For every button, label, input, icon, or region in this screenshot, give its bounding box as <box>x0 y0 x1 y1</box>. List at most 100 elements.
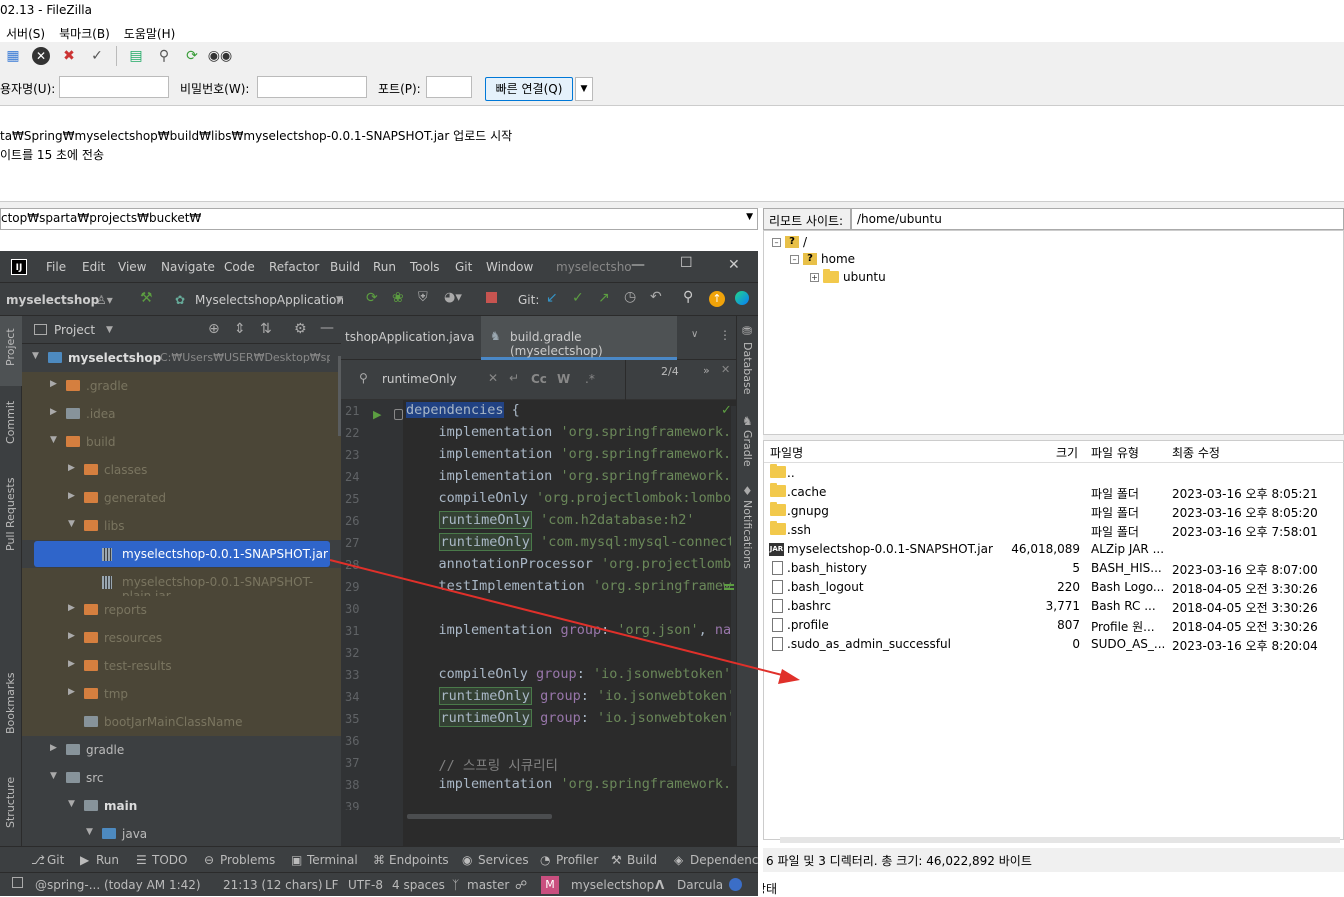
menu-run[interactable]: Run <box>373 260 396 274</box>
cancel-icon[interactable]: ✕ <box>30 45 52 67</box>
tool-window-git[interactable]: Git <box>47 853 64 867</box>
file-row[interactable]: .bash_history 5 BASH_HIS... 2023-03-16 오후 8… <box>764 559 1344 578</box>
expand-icon[interactable]: + <box>810 272 819 282</box>
tool-window-profiler[interactable]: Profiler <box>556 853 598 867</box>
project-tree-item[interactable]: ▼ main <box>22 792 341 820</box>
chevron-right-icon[interactable]: ▶ <box>68 463 75 473</box>
file-row[interactable]: .sudo_as_admin_successful 0 SUDO_AS_... 202… <box>764 635 1344 654</box>
chevron-right-icon[interactable]: ▶ <box>68 687 75 697</box>
code-area[interactable]: 21 dependencies {22 implementation 'org.s… <box>341 400 731 810</box>
close-icon[interactable]: ✕ <box>728 257 740 273</box>
project-tree-item[interactable]: ▼ src <box>22 764 341 792</box>
code-line[interactable]: implementation 'org.springframework.bo <box>406 776 732 792</box>
tool-window-todo[interactable]: TODO <box>152 853 187 867</box>
code-line[interactable]: implementation 'org.springframework.bo <box>406 468 732 484</box>
code-line[interactable]: runtimeOnly 'com.mysql:mysql-connecto <box>406 533 731 551</box>
code-line[interactable]: runtimeOnly 'com.h2database:h2' <box>406 511 695 529</box>
menu-view[interactable]: View <box>118 260 146 274</box>
panel-title[interactable]: Project <box>54 323 95 337</box>
hide-icon[interactable]: — <box>320 320 334 336</box>
menu-git[interactable]: Git <box>455 260 472 274</box>
last-commit[interactable]: @spring-... (today AM 1:42) <box>35 878 201 892</box>
quickconnect-button[interactable]: 빠른 연결(Q) <box>485 77 573 101</box>
updates-icon[interactable]: ↑ <box>709 291 725 307</box>
project-breadcrumb[interactable]: myselectshop <box>6 293 99 307</box>
code-line[interactable]: runtimeOnly group: 'io.jsonwebtoken', <box>406 709 731 727</box>
tool-tab-bookmarks[interactable]: Bookmarks <box>4 673 17 734</box>
file-row[interactable]: .bashrc 3,771 Bash RC ... 2018-04-05 오전 3:3… <box>764 597 1344 616</box>
jetbrains-icon[interactable] <box>735 291 749 305</box>
search-input[interactable]: runtimeOnly <box>382 372 457 386</box>
words-icon[interactable]: W <box>557 372 570 386</box>
close-find-icon[interactable]: ✕ <box>721 363 730 376</box>
chevron-right-icon[interactable]: ▶ <box>50 407 57 417</box>
tool-window-build[interactable]: Build <box>627 853 657 867</box>
regex-icon[interactable]: .* <box>585 372 595 386</box>
collapse-icon[interactable]: – <box>772 237 781 247</box>
file-row[interactable]: JAR myselectshop-0.0.1-SNAPSHOT.jar 46,018… <box>764 540 1344 559</box>
filter-icon[interactable]: ▤ <box>125 45 147 67</box>
menu-navigate[interactable]: Navigate <box>161 260 215 274</box>
column-modified[interactable]: 최종 수정 <box>1172 444 1220 461</box>
clear-search-icon[interactable]: ✕ <box>488 371 498 385</box>
tab-application-java[interactable]: tshopApplication.java <box>345 330 475 344</box>
chevron-down-icon[interactable]: ▼ <box>86 827 93 837</box>
line-separator[interactable]: LF <box>325 878 339 892</box>
disconnect-icon[interactable]: ✖ <box>58 45 80 67</box>
project-tree-item[interactable]: ▶ test-results <box>22 652 341 680</box>
chevron-right-icon[interactable]: ▶ <box>68 659 75 669</box>
chevron-down-icon[interactable]: ▼ <box>106 325 113 335</box>
remote-path-input[interactable]: /home/ubuntu <box>851 208 1344 230</box>
chevron-down-icon[interactable]: ▼ <box>68 799 75 809</box>
code-line[interactable]: dependencies { <box>406 402 520 418</box>
file-row[interactable]: .cache 파일 폴더 2023-03-16 오후 8:05:21 <box>764 483 1344 502</box>
project-tree-item[interactable]: ▼ libs <box>22 512 341 540</box>
more-icon[interactable]: ⋮ <box>719 328 731 342</box>
tool-window-terminal[interactable]: Terminal <box>307 853 358 867</box>
collapse-all-icon[interactable]: ⇅ <box>260 321 272 337</box>
compare-icon[interactable]: ⚲ <box>153 45 175 67</box>
password-input[interactable] <box>257 76 367 98</box>
project-tree-item[interactable]: ▼ build <box>22 428 341 456</box>
chevron-right-icon[interactable]: ▶ <box>50 379 57 389</box>
theme-name[interactable]: Darcula <box>677 878 723 892</box>
match-case-icon[interactable]: Cc <box>531 372 547 386</box>
search-icon[interactable]: ⚲ <box>683 289 693 305</box>
menu-bookmarks[interactable]: 북마크(B) <box>53 22 118 42</box>
rerun-icon[interactable]: ⟳ <box>366 290 378 306</box>
project-tree-item[interactable]: ▶ tmp <box>22 680 341 708</box>
project-tree-item[interactable]: myselectshop-0.0.1-SNAPSHOT.jar <box>22 540 341 568</box>
chevron-right-icon[interactable]: ▶ <box>68 631 75 641</box>
project-tree-item[interactable]: ▶ classes <box>22 456 341 484</box>
gear-icon[interactable]: ⚙ <box>294 321 307 337</box>
column-name[interactable]: 파일명 <box>770 444 803 461</box>
code-line[interactable]: // 스프링 시큐리티 <box>406 754 558 774</box>
tool-tab-commit[interactable]: Commit <box>4 401 17 444</box>
run-gutter-icon[interactable]: ▶ <box>373 408 381 421</box>
more-options-icon[interactable]: » <box>703 364 710 377</box>
code-line[interactable]: compileOnly group: 'io.jsonwebtoken', <box>406 666 732 682</box>
tool-window-dependencies[interactable]: Dependencies <box>690 853 758 867</box>
status-project[interactable]: myselectshop <box>571 878 654 892</box>
code-line[interactable]: runtimeOnly group: 'io.jsonwebtoken', <box>406 687 731 705</box>
menu-window[interactable]: Window <box>486 260 533 274</box>
menu-code[interactable]: Code <box>224 260 255 274</box>
menu-refactor[interactable]: Refactor <box>269 260 319 274</box>
file-row[interactable]: .bash_logout 220 Bash Logo... 2018-04-05 오전… <box>764 578 1344 597</box>
lock-icon[interactable]: ☍ <box>515 878 527 892</box>
fold-icon[interactable] <box>394 409 403 420</box>
caret-position[interactable]: 21:13 (12 chars) <box>223 878 323 892</box>
search-binoculars-icon[interactable]: ◉◉ <box>208 45 232 67</box>
editor-hscrollbar[interactable] <box>407 814 552 819</box>
project-tree-item[interactable]: ▶ reports <box>22 596 341 624</box>
debug-icon[interactable]: ❀ <box>392 290 404 306</box>
project-tree-item[interactable]: ▶ .idea <box>22 400 341 428</box>
username-input[interactable] <box>59 76 169 98</box>
project-tree-item[interactable]: ▶ gradle <box>22 736 341 764</box>
history-icon[interactable]: ◷ <box>624 289 636 305</box>
coverage-icon[interactable]: ⛨ <box>418 290 428 305</box>
profile-icon[interactable]: ◕▾ <box>444 290 462 305</box>
tool-tab-gradle[interactable]: Gradle <box>741 430 754 467</box>
project-tree-item[interactable]: ▶ resources <box>22 624 341 652</box>
horizontal-scrollbar[interactable] <box>780 837 1340 843</box>
